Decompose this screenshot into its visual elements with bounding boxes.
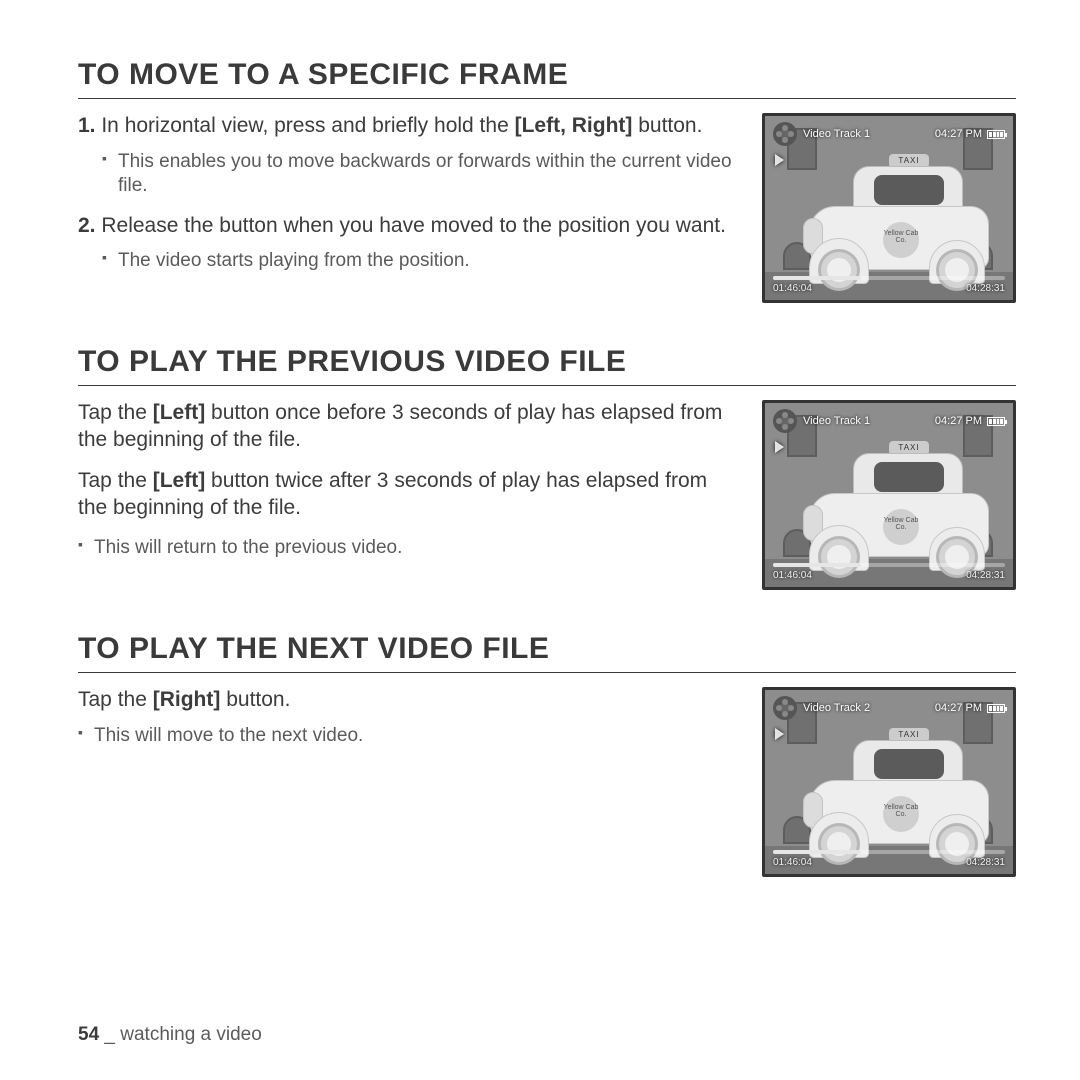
next-text: Tap the [Right] button. This will move t… (78, 687, 740, 754)
clock: 04:27 PM (935, 702, 982, 714)
shot-2-col: TAXI Yellow Cab Co. Vid (762, 400, 1016, 590)
step-1: 1. In horizontal view, press and briefly… (78, 113, 740, 199)
step-1-sub-1: This enables you to move backwards or fo… (102, 150, 740, 199)
timecodes: 01:46:04 04:28:31 (773, 570, 1005, 581)
osd-bottom-1: 01:46:04 04:28:31 (773, 276, 1005, 294)
prev-text: Tap the [Left] button once before 3 seco… (78, 400, 740, 566)
page-number: 54 (78, 1024, 99, 1045)
battery-icon (987, 130, 1005, 139)
osd-top-1: Video Track 1 04:27 PM (773, 122, 1005, 146)
next-p1-bold: [Right] (153, 688, 221, 711)
progress-bar (773, 276, 1005, 280)
door-badge: Yellow Cab Co. (883, 222, 919, 258)
total: 04:28:31 (966, 283, 1005, 294)
progress-fill (773, 850, 861, 854)
elapsed: 01:46:04 (773, 857, 812, 868)
film-reel-icon (773, 696, 797, 720)
step-1-sub: This enables you to move backwards or fo… (78, 150, 740, 199)
step-2-text: Release the button when you have moved t… (96, 214, 726, 237)
elapsed: 01:46:04 (773, 283, 812, 294)
footer-sep: _ (99, 1024, 120, 1045)
progress-bar (773, 563, 1005, 567)
section-next-body: Tap the [Right] button. This will move t… (78, 687, 1016, 877)
step-2: 2. Release the button when you have move… (78, 213, 740, 274)
play-icon (775, 154, 784, 166)
prev-p2-a: Tap the (78, 469, 153, 492)
next-p1-a: Tap the (78, 688, 153, 711)
osd-bottom-3: 01:46:04 04:28:31 (773, 850, 1005, 868)
total: 04:28:31 (966, 857, 1005, 868)
shot-1-col: TAXI Yellow Cab Co. Vid (762, 113, 1016, 303)
step-2-sub: The video starts playing from the positi… (78, 249, 740, 273)
timecodes: 01:46:04 04:28:31 (773, 857, 1005, 868)
step-1-text-b: button. (632, 114, 702, 137)
play-icon (775, 441, 784, 453)
osd-top-right: 04:27 PM (935, 415, 1005, 427)
step-1-num: 1. (78, 114, 96, 137)
step-2-num: 2. (78, 214, 96, 237)
prev-p2-bold: [Left] (153, 469, 205, 492)
door-badge: Yellow Cab Co. (883, 509, 919, 545)
osd-top-left: Video Track 1 (773, 122, 870, 146)
car-illustration: TAXI Yellow Cab Co. (809, 453, 989, 573)
progress-fill (773, 563, 861, 567)
clock: 04:27 PM (935, 415, 982, 427)
track-name: Video Track 2 (803, 702, 870, 714)
osd-top-2: Video Track 1 04:27 PM (773, 409, 1005, 433)
osd-top-right: 04:27 PM (935, 702, 1005, 714)
next-sub-1: This will move to the next video. (78, 724, 740, 748)
step-2-sub-1: The video starts playing from the positi… (102, 249, 740, 273)
move-steps: 1. In horizontal view, press and briefly… (78, 113, 740, 274)
footer-label: watching a video (120, 1024, 262, 1045)
osd-bottom-2: 01:46:04 04:28:31 (773, 563, 1005, 581)
osd-top-right: 04:27 PM (935, 128, 1005, 140)
prev-p1: Tap the [Left] button once before 3 seco… (78, 400, 740, 454)
battery-icon (987, 704, 1005, 713)
section-move-body: 1. In horizontal view, press and briefly… (78, 113, 1016, 303)
device-shot-2: TAXI Yellow Cab Co. Vid (762, 400, 1016, 590)
play-icon (775, 728, 784, 740)
car-illustration: TAXI Yellow Cab Co. (809, 166, 989, 286)
device-shot-3: TAXI Yellow Cab Co. Vid (762, 687, 1016, 877)
heading-prev: TO PLAY THE PREVIOUS VIDEO FILE (78, 345, 1016, 386)
move-text: 1. In horizontal view, press and briefly… (78, 113, 740, 288)
section-prev-body: Tap the [Left] button once before 3 seco… (78, 400, 1016, 590)
battery-icon (987, 417, 1005, 426)
next-p1-b: button. (220, 688, 290, 711)
prev-p2: Tap the [Left] button twice after 3 seco… (78, 468, 740, 522)
section-prev-video: TO PLAY THE PREVIOUS VIDEO FILE Tap the … (78, 345, 1016, 590)
progress-fill (773, 276, 861, 280)
osd-top-left: Video Track 1 (773, 409, 870, 433)
next-p1: Tap the [Right] button. (78, 687, 740, 714)
prev-sub-1: This will return to the previous video. (78, 536, 740, 560)
shot-3-col: TAXI Yellow Cab Co. Vid (762, 687, 1016, 877)
prev-p1-bold: [Left] (153, 401, 205, 424)
device-shot-1: TAXI Yellow Cab Co. Vid (762, 113, 1016, 303)
prev-p1-a: Tap the (78, 401, 153, 424)
step-1-bold: [Left, Right] (515, 114, 633, 137)
film-reel-icon (773, 409, 797, 433)
osd-top-left: Video Track 2 (773, 696, 870, 720)
timecodes: 01:46:04 04:28:31 (773, 283, 1005, 294)
step-1-text-a: In horizontal view, press and briefly ho… (96, 114, 515, 137)
section-next-video: TO PLAY THE NEXT VIDEO FILE Tap the [Rig… (78, 632, 1016, 877)
elapsed: 01:46:04 (773, 570, 812, 581)
heading-next: TO PLAY THE NEXT VIDEO FILE (78, 632, 1016, 673)
progress-bar (773, 850, 1005, 854)
section-move-frame: TO MOVE TO A SPECIFIC FRAME 1. In horizo… (78, 58, 1016, 303)
track-name: Video Track 1 (803, 415, 870, 427)
heading-move: TO MOVE TO A SPECIFIC FRAME (78, 58, 1016, 99)
total: 04:28:31 (966, 570, 1005, 581)
osd-top-3: Video Track 2 04:27 PM (773, 696, 1005, 720)
car-illustration: TAXI Yellow Cab Co. (809, 740, 989, 860)
page-footer: 54 _ watching a video (78, 1024, 262, 1046)
door-badge: Yellow Cab Co. (883, 796, 919, 832)
next-sub: This will move to the next video. (78, 724, 740, 748)
track-name: Video Track 1 (803, 128, 870, 140)
prev-sub: This will return to the previous video. (78, 536, 740, 560)
film-reel-icon (773, 122, 797, 146)
clock: 04:27 PM (935, 128, 982, 140)
